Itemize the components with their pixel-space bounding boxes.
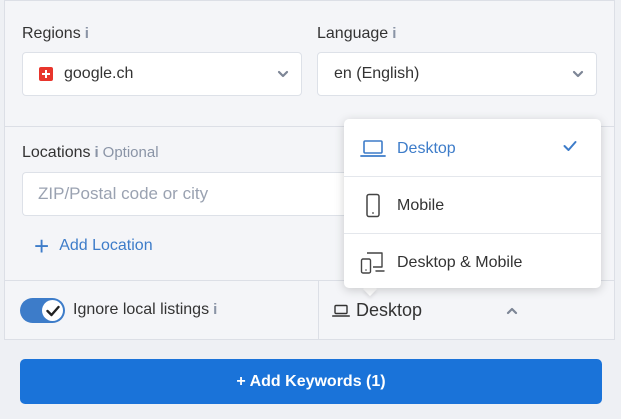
regions-select[interactable]: google.ch [22,52,302,96]
device-option-label: Mobile [397,196,445,214]
locations-info-icon[interactable]: i [95,144,99,161]
device-option-mobile[interactable]: Mobile [344,177,601,234]
optional-tag: Optional [102,144,159,161]
laptop-icon [332,304,350,317]
check-icon [45,305,60,316]
ignore-local-info-icon[interactable]: i [213,301,217,318]
device-select[interactable]: Desktop [332,300,422,321]
regions-value: google.ch [64,65,134,82]
language-select[interactable]: en (English) [317,52,597,96]
location-search-input[interactable] [22,172,352,216]
mobile-icon [360,193,386,219]
device-option-label: Desktop & Mobile [397,253,523,271]
device-option-desktop[interactable]: Desktop [344,120,601,177]
chevron-down-icon [572,70,584,78]
locations-label: Locations i Optional [22,144,159,161]
desktop-mobile-icon [360,250,386,276]
device-option-label: Desktop [397,139,456,157]
regions-info-icon[interactable]: i [85,25,89,42]
device-dropdown: Desktop Mobile Desktop & Mobile [344,119,601,288]
chevron-down-icon [277,70,289,78]
language-info-icon[interactable]: i [392,25,396,42]
add-keywords-button[interactable]: + Add Keywords (1) [20,359,602,404]
plus-icon: + [34,231,50,261]
ignore-local-label: Ignore local listings i [73,301,218,318]
toggle-knob [42,300,63,321]
language-label: Language i [317,25,397,42]
swiss-flag-icon [39,67,53,81]
add-location-label: Add Location [59,237,153,254]
options-divider [318,281,319,340]
ignore-local-toggle[interactable] [20,298,65,323]
device-selected-value: Desktop [356,300,423,320]
device-option-desktop-mobile[interactable]: Desktop & Mobile [344,234,601,291]
laptop-icon [360,136,386,162]
add-location-link[interactable]: + Add Location [34,231,153,261]
regions-label: Regions i [22,25,89,42]
check-icon [563,141,577,151]
language-value: en (English) [334,65,420,82]
chevron-up-icon[interactable] [505,305,519,317]
